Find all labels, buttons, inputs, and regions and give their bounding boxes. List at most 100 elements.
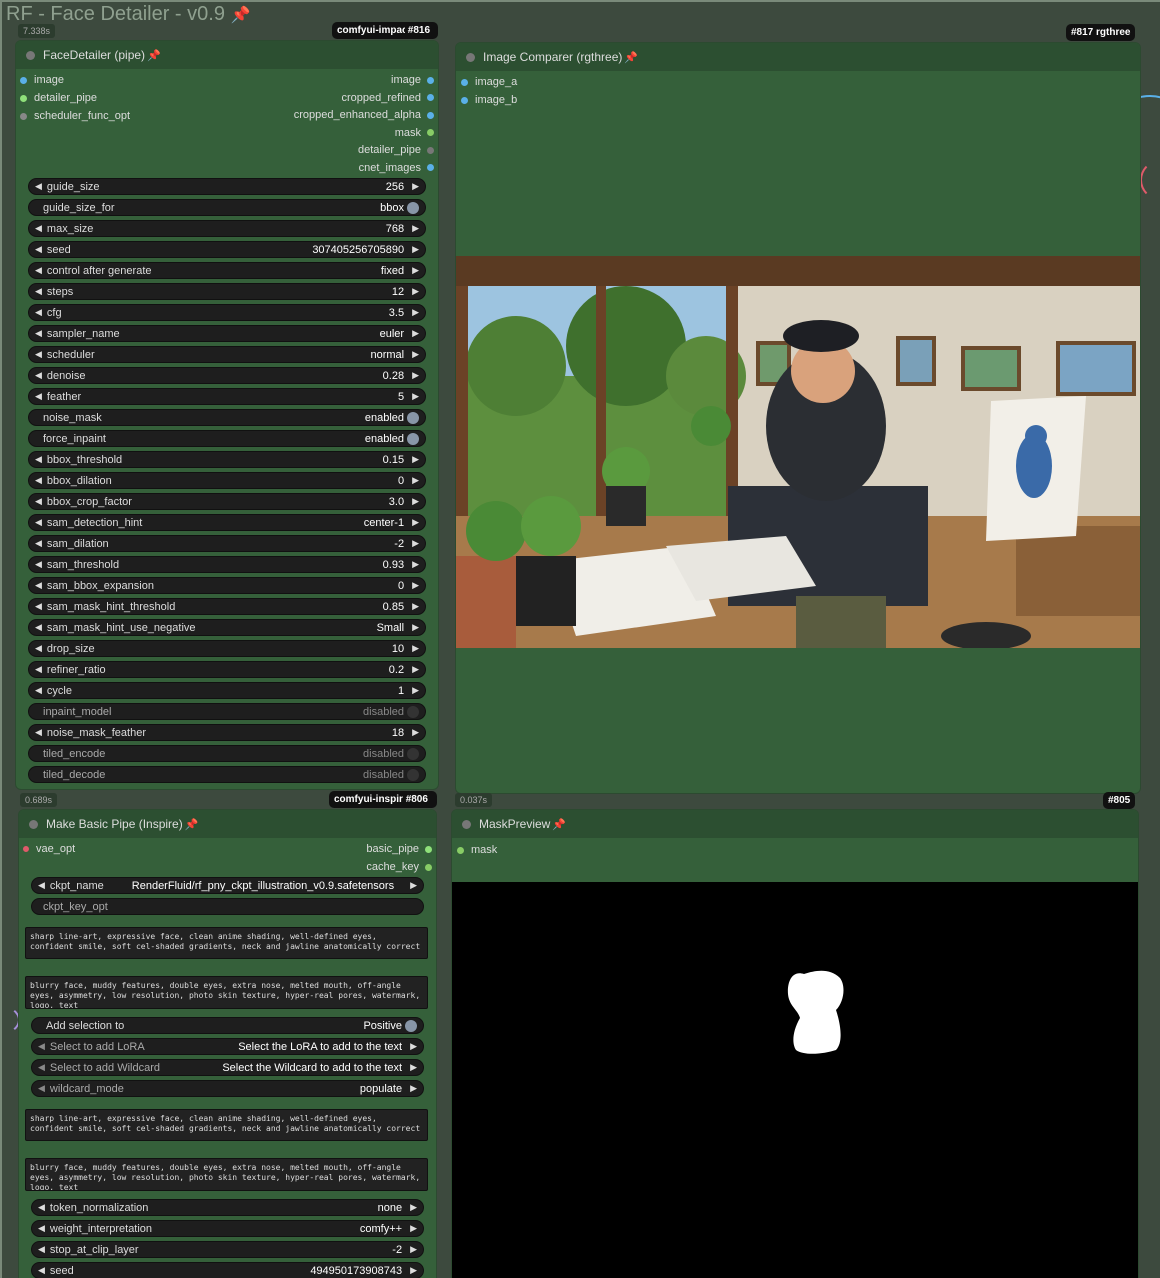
lora-select-combo[interactable]: ◀ Select to add LoRA Select the LoRA to ad… [31, 1038, 424, 1055]
widget-feather[interactable]: ◀ feather 5 ▶ [28, 388, 426, 405]
widget-sampler-name[interactable]: ◀ sampler_name euler ▶ [28, 325, 426, 342]
widget-guide-size[interactable]: ◀ guide_size 256 ▶ [28, 178, 426, 195]
widget-token-normalization[interactable]: ◀ token_normalization none ▶ [31, 1199, 424, 1216]
widget-inpaint-model[interactable]: inpaint_model disabled [28, 703, 426, 720]
face-detailer-node[interactable]: FaceDetailer (pipe) 📌 image detailer_pipe s… [15, 40, 439, 790]
widget-sam-dilation[interactable]: ◀ sam_dilation -2 ▶ [28, 535, 426, 552]
arrow-right-icon[interactable]: ▶ [412, 244, 419, 255]
add-selection-toggle[interactable]: Add selection to Positive [31, 1017, 424, 1034]
widget-bbox-crop-factor[interactable]: ◀ bbox_crop_factor 3.0 ▶ [28, 493, 426, 510]
widget-tiled-decode[interactable]: tiled_decode disabled [28, 766, 426, 783]
output-slot-cropped-enhanced-alpha[interactable]: cropped_enhanced_alpha [294, 107, 434, 123]
arrow-right-icon[interactable]: ▶ [410, 1244, 417, 1255]
collapse-dot-icon[interactable] [466, 52, 475, 62]
negative-prompt-textarea-2[interactable]: blurry face, muddy features, double eyes… [25, 1158, 428, 1191]
arrow-right-icon[interactable]: ▶ [410, 880, 417, 891]
collapse-dot-icon[interactable] [29, 819, 38, 829]
output-slot-basic-pipe[interactable]: basic_pipe [366, 841, 432, 857]
widget-guide-size-for[interactable]: guide_size_for bbox [28, 199, 426, 216]
collapse-dot-icon[interactable] [462, 819, 471, 829]
widget-steps[interactable]: ◀ steps 12 ▶ [28, 283, 426, 300]
widget-scheduler[interactable]: ◀ scheduler normal ▶ [28, 346, 426, 363]
arrow-left-icon[interactable]: ◀ [38, 1041, 45, 1052]
output-slot-image[interactable]: image [391, 72, 434, 88]
arrow-right-icon[interactable]: ▶ [410, 1223, 417, 1234]
arrow-left-icon[interactable]: ◀ [35, 643, 42, 654]
node-header[interactable]: Image Comparer (rgthree) 📌 [456, 43, 1140, 71]
ckpt-key-opt-field[interactable]: ckpt_key_opt [31, 898, 424, 915]
widget-cfg[interactable]: ◀ cfg 3.5 ▶ [28, 304, 426, 321]
input-slot-scheduler-func-opt[interactable]: scheduler_func_opt [20, 108, 130, 124]
arrow-left-icon[interactable]: ◀ [35, 685, 42, 696]
input-slot-image-b[interactable]: image_b [461, 92, 517, 108]
arrow-right-icon[interactable]: ▶ [412, 580, 419, 591]
arrow-left-icon[interactable]: ◀ [35, 370, 42, 381]
node-header[interactable]: FaceDetailer (pipe) 📌 [16, 41, 438, 69]
toggle-knob-icon[interactable] [407, 747, 419, 760]
arrow-left-icon[interactable]: ◀ [35, 391, 42, 402]
arrow-right-icon[interactable]: ▶ [412, 559, 419, 570]
arrow-right-icon[interactable]: ▶ [412, 727, 419, 738]
arrow-right-icon[interactable]: ▶ [412, 664, 419, 675]
arrow-left-icon[interactable]: ◀ [35, 349, 42, 360]
arrow-left-icon[interactable]: ◀ [38, 880, 45, 891]
arrow-right-icon[interactable]: ▶ [412, 475, 419, 486]
arrow-right-icon[interactable]: ▶ [412, 181, 419, 192]
toggle-knob-icon[interactable] [407, 411, 419, 424]
arrow-left-icon[interactable]: ◀ [38, 1223, 45, 1234]
mask-preview-node[interactable]: MaskPreview 📌 mask [451, 809, 1139, 1278]
widget-cycle[interactable]: ◀ cycle 1 ▶ [28, 682, 426, 699]
input-slot-vae-opt[interactable]: vae_opt [23, 841, 75, 857]
arrow-right-icon[interactable]: ▶ [412, 223, 419, 234]
output-slot-cropped-refined[interactable]: cropped_refined [341, 90, 434, 106]
input-slot-image[interactable]: image [20, 72, 64, 88]
arrow-left-icon[interactable]: ◀ [38, 1265, 45, 1276]
widget-refiner-ratio[interactable]: ◀ refiner_ratio 0.2 ▶ [28, 661, 426, 678]
widget-noise-mask[interactable]: noise_mask enabled [28, 409, 426, 426]
arrow-right-icon[interactable]: ▶ [412, 685, 419, 696]
widget-noise-mask-feather[interactable]: ◀ noise_mask_feather 18 ▶ [28, 724, 426, 741]
node-header[interactable]: MaskPreview 📌 [452, 810, 1138, 838]
arrow-left-icon[interactable]: ◀ [35, 622, 42, 633]
arrow-right-icon[interactable]: ▶ [412, 328, 419, 339]
arrow-left-icon[interactable]: ◀ [35, 244, 42, 255]
output-slot-mask[interactable]: mask [395, 125, 434, 141]
arrow-right-icon[interactable]: ▶ [412, 643, 419, 654]
arrow-right-icon[interactable]: ▶ [412, 391, 419, 402]
arrow-left-icon[interactable]: ◀ [35, 601, 42, 612]
widget-stop-at-clip-layer[interactable]: ◀ stop_at_clip_layer -2 ▶ [31, 1241, 424, 1258]
comparison-image[interactable] [456, 256, 1141, 648]
output-slot-detailer-pipe[interactable]: detailer_pipe [358, 142, 434, 158]
arrow-left-icon[interactable]: ◀ [35, 664, 42, 675]
wildcard-mode-combo[interactable]: ◀ wildcard_mode populate ▶ [31, 1080, 424, 1097]
group-title[interactable]: RF - Face Detailer - v0.9 📌 [6, 3, 250, 26]
arrow-left-icon[interactable]: ◀ [35, 265, 42, 276]
arrow-right-icon[interactable]: ▶ [412, 538, 419, 549]
positive-prompt-textarea[interactable]: sharp line-art, expressive face, clean a… [25, 927, 428, 959]
arrow-right-icon[interactable]: ▶ [410, 1265, 417, 1276]
input-slot-detailer-pipe[interactable]: detailer_pipe [20, 90, 97, 106]
arrow-right-icon[interactable]: ▶ [412, 370, 419, 381]
toggle-knob-icon[interactable] [405, 1019, 417, 1032]
output-slot-cache-key[interactable]: cache_key [366, 859, 432, 875]
widget-sam-detection-hint[interactable]: ◀ sam_detection_hint center-1 ▶ [28, 514, 426, 531]
arrow-left-icon[interactable]: ◀ [35, 538, 42, 549]
toggle-knob-icon[interactable] [407, 201, 419, 214]
mask-preview-image[interactable] [452, 882, 1139, 1278]
arrow-left-icon[interactable]: ◀ [35, 559, 42, 570]
arrow-right-icon[interactable]: ▶ [410, 1083, 417, 1094]
widget-drop-size[interactable]: ◀ drop_size 10 ▶ [28, 640, 426, 657]
widget-control-after-generate[interactable]: ◀ control after generate fixed ▶ [28, 262, 426, 279]
arrow-right-icon[interactable]: ▶ [412, 454, 419, 465]
arrow-right-icon[interactable]: ▶ [412, 601, 419, 612]
arrow-left-icon[interactable]: ◀ [35, 286, 42, 297]
arrow-right-icon[interactable]: ▶ [410, 1062, 417, 1073]
arrow-left-icon[interactable]: ◀ [35, 328, 42, 339]
widget-bbox-dilation[interactable]: ◀ bbox_dilation 0 ▶ [28, 472, 426, 489]
ckpt-name-combo[interactable]: ◀ ckpt_name RenderFluid/rf_pny_ckpt_illust… [31, 877, 424, 894]
arrow-left-icon[interactable]: ◀ [35, 727, 42, 738]
arrow-left-icon[interactable]: ◀ [38, 1083, 45, 1094]
widget-seed[interactable]: ◀ seed 494950173908743 ▶ [31, 1262, 424, 1278]
arrow-left-icon[interactable]: ◀ [35, 580, 42, 591]
arrow-left-icon[interactable]: ◀ [35, 475, 42, 486]
